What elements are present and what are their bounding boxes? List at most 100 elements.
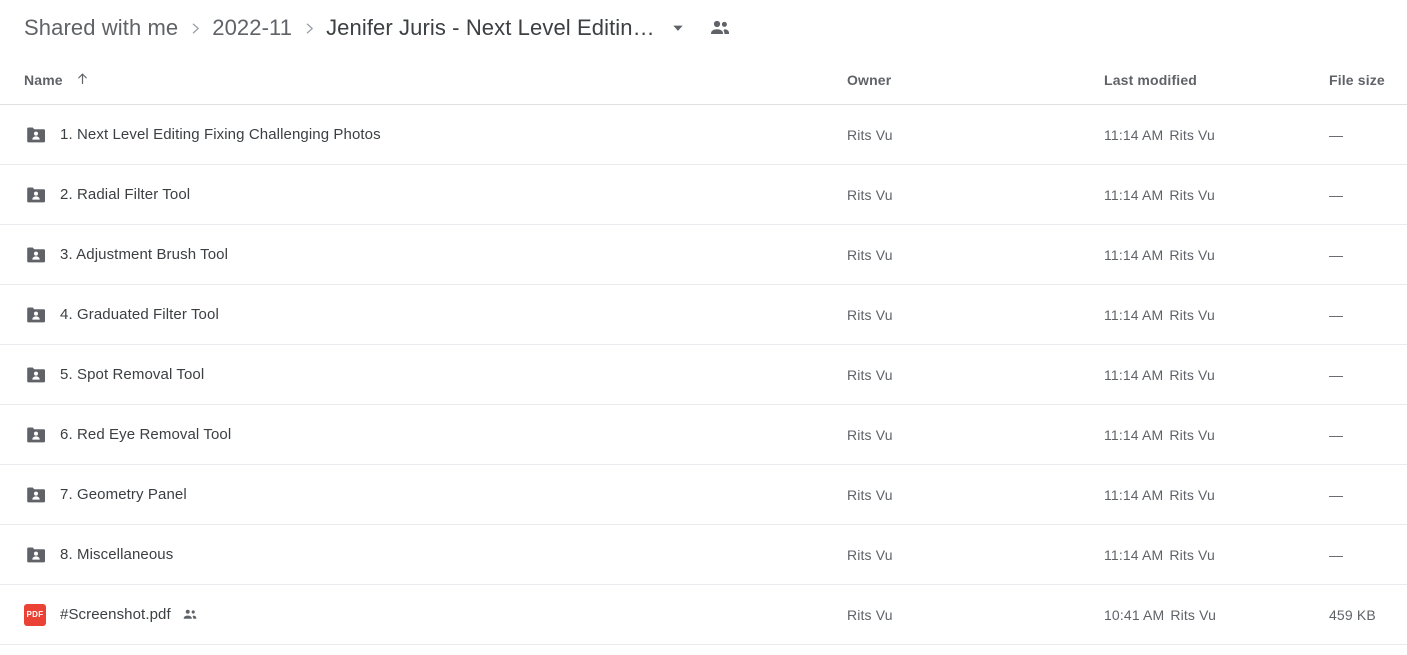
column-header-file-size[interactable]: File size xyxy=(1329,56,1407,105)
table-row[interactable]: 4. Graduated Filter Tool Rits Vu 11:14 AM R… xyxy=(0,284,1407,345)
cell-name[interactable]: 1. Next Level Editing Fixing Challenging… xyxy=(0,104,815,165)
table-body: 1. Next Level Editing Fixing Challenging… xyxy=(0,104,1407,645)
file-name-label[interactable]: 1. Next Level Editing Fixing Challenging… xyxy=(60,126,381,143)
cell-file-size: — xyxy=(1329,464,1407,525)
table-row[interactable]: PDF #Screenshot.pdf Rits Vu 10:41 AM Rits Vu… xyxy=(0,584,1407,645)
modified-by: Rits Vu xyxy=(1169,486,1215,503)
column-header-last-modified[interactable]: Last modified xyxy=(1082,56,1329,105)
cell-last-modified: 11:14 AM Rits Vu xyxy=(1082,464,1329,525)
cell-name[interactable]: 6. Red Eye Removal Tool xyxy=(0,404,815,465)
cell-last-modified: 11:14 AM Rits Vu xyxy=(1082,104,1329,165)
cell-last-modified: 10:41 AM Rits Vu xyxy=(1082,584,1329,645)
table-row[interactable]: 3. Adjustment Brush Tool Rits Vu 11:14 AM R… xyxy=(0,224,1407,285)
pdf-icon-label: PDF xyxy=(24,603,46,626)
cell-file-size: — xyxy=(1329,104,1407,165)
file-name-label[interactable]: #Screenshot.pdf xyxy=(60,606,171,623)
cell-file-size: 459 KB xyxy=(1329,584,1407,645)
file-name-label[interactable]: 6. Red Eye Removal Tool xyxy=(60,426,231,443)
cell-owner: Rits Vu xyxy=(815,104,1082,165)
modified-by: Rits Vu xyxy=(1169,306,1215,323)
file-name-label[interactable]: 4. Graduated Filter Tool xyxy=(60,306,219,323)
cell-owner: Rits Vu xyxy=(815,284,1082,345)
cell-owner: Rits Vu xyxy=(815,464,1082,525)
file-name-label[interactable]: 3. Adjustment Brush Tool xyxy=(60,246,228,263)
breadcrumb-item-2022-11[interactable]: 2022-11 xyxy=(212,15,292,41)
table-row[interactable]: 5. Spot Removal Tool Rits Vu 11:14 AM Rits … xyxy=(0,344,1407,405)
table-row[interactable]: 6. Red Eye Removal Tool Rits Vu 11:14 AM Ri… xyxy=(0,404,1407,465)
cell-file-size: — xyxy=(1329,224,1407,285)
cell-last-modified: 11:14 AM Rits Vu xyxy=(1082,344,1329,405)
table-row[interactable]: 2. Radial Filter Tool Rits Vu 11:14 AM Rits… xyxy=(0,164,1407,225)
cell-name[interactable]: 8. Miscellaneous xyxy=(0,524,815,585)
shared-folder-icon xyxy=(24,543,60,567)
file-size-value: — xyxy=(1329,546,1344,563)
cell-owner: Rits Vu xyxy=(815,524,1082,585)
cell-name[interactable]: 3. Adjustment Brush Tool xyxy=(0,224,815,285)
cell-owner: Rits Vu xyxy=(815,584,1082,645)
breadcrumb-item-current-folder[interactable]: Jenifer Juris - Next Level Editin… xyxy=(326,15,655,41)
modified-time: 11:14 AM xyxy=(1104,306,1164,323)
shared-folder-icon xyxy=(24,483,60,507)
cell-owner: Rits Vu xyxy=(815,404,1082,465)
shared-folder-icon xyxy=(24,303,60,327)
shared-folder-icon xyxy=(24,363,60,387)
cell-owner: Rits Vu xyxy=(815,164,1082,225)
file-size-value: — xyxy=(1329,366,1344,383)
modified-time: 11:14 AM xyxy=(1104,186,1164,203)
cell-last-modified: 11:14 AM Rits Vu xyxy=(1082,224,1329,285)
cell-name[interactable]: 4. Graduated Filter Tool xyxy=(0,284,815,345)
file-name-label[interactable]: 8. Miscellaneous xyxy=(60,546,173,563)
column-header-name[interactable]: Name xyxy=(0,56,815,105)
shared-folder-icon xyxy=(24,423,60,447)
file-size-value: 459 KB xyxy=(1329,606,1376,623)
cell-last-modified: 11:14 AM Rits Vu xyxy=(1082,404,1329,465)
shared-folder-icon xyxy=(24,183,60,207)
cell-name[interactable]: 5. Spot Removal Tool xyxy=(0,344,815,405)
cell-name[interactable]: 2. Radial Filter Tool xyxy=(0,164,815,225)
modified-by: Rits Vu xyxy=(1169,426,1215,443)
shared-people-icon xyxy=(181,606,199,624)
file-name-label[interactable]: 5. Spot Removal Tool xyxy=(60,366,204,383)
shared-folder-icon xyxy=(24,243,60,267)
file-size-value: — xyxy=(1329,426,1344,443)
table-header: Name Owner Last modified File size xyxy=(0,56,1407,105)
table-row[interactable]: 8. Miscellaneous Rits Vu 11:14 AM Rits Vu — xyxy=(0,524,1407,585)
pdf-file-icon: PDF xyxy=(24,603,60,627)
cell-last-modified: 11:14 AM Rits Vu xyxy=(1082,524,1329,585)
cell-file-size: — xyxy=(1329,524,1407,585)
cell-last-modified: 11:14 AM Rits Vu xyxy=(1082,284,1329,345)
column-header-name-label: Name xyxy=(24,72,63,88)
cell-file-size: — xyxy=(1329,404,1407,465)
column-header-owner[interactable]: Owner xyxy=(815,56,1082,105)
cell-file-size: — xyxy=(1329,284,1407,345)
table-row[interactable]: 7. Geometry Panel Rits Vu 11:14 AM Rits Vu — xyxy=(0,464,1407,525)
cell-name[interactable]: PDF #Screenshot.pdf xyxy=(0,584,815,645)
file-list-table: Name Owner Last modified File size 1. Ne… xyxy=(0,56,1407,645)
chevron-right-icon-2 xyxy=(292,22,326,35)
breadcrumb-item-shared-with-me[interactable]: Shared with me xyxy=(24,15,178,41)
people-shared-icon[interactable] xyxy=(705,13,735,43)
modified-by: Rits Vu xyxy=(1169,126,1215,143)
modified-time: 11:14 AM xyxy=(1104,426,1164,443)
modified-time: 11:14 AM xyxy=(1104,546,1164,563)
file-size-value: — xyxy=(1329,126,1344,143)
modified-time: 11:14 AM xyxy=(1104,486,1164,503)
file-size-value: — xyxy=(1329,186,1344,203)
modified-by: Rits Vu xyxy=(1169,366,1215,383)
shared-folder-icon xyxy=(24,123,60,147)
table-row[interactable]: 1. Next Level Editing Fixing Challenging… xyxy=(0,104,1407,165)
arrow-up-icon[interactable] xyxy=(75,71,90,89)
cell-file-size: — xyxy=(1329,164,1407,225)
cell-name[interactable]: 7. Geometry Panel xyxy=(0,464,815,525)
modified-by: Rits Vu xyxy=(1170,606,1217,623)
file-size-value: — xyxy=(1329,306,1344,323)
modified-time: 11:14 AM xyxy=(1104,246,1164,263)
table-header-row: Name Owner Last modified File size xyxy=(0,56,1407,105)
modified-by: Rits Vu xyxy=(1169,546,1215,563)
modified-time: 10:41 AM xyxy=(1104,606,1165,623)
chevron-down-icon[interactable] xyxy=(661,11,695,45)
file-name-label[interactable]: 7. Geometry Panel xyxy=(60,486,187,503)
breadcrumb: Shared with me 2022-11 Jenifer Juris - N… xyxy=(0,0,1407,56)
modified-time: 11:14 AM xyxy=(1104,126,1164,143)
file-name-label[interactable]: 2. Radial Filter Tool xyxy=(60,186,190,203)
